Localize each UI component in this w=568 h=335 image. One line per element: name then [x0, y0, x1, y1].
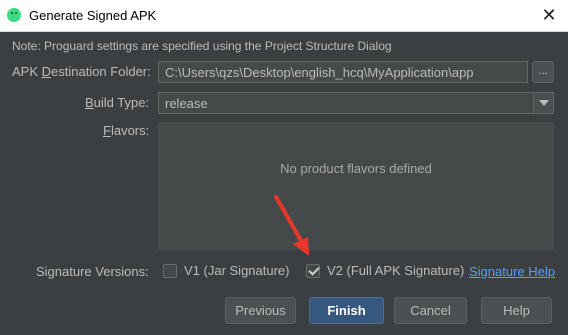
annotation-arrow-icon: [274, 195, 309, 256]
